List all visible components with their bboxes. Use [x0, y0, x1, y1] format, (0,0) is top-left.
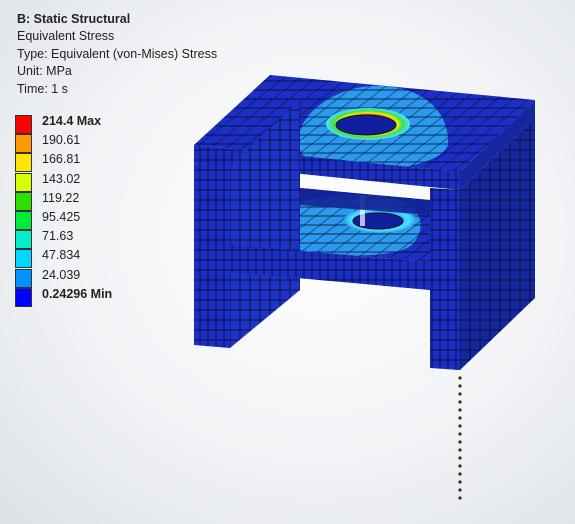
probe-line	[458, 376, 462, 500]
probe-dot	[458, 424, 462, 428]
probe-dot	[458, 432, 462, 436]
probe-dot	[458, 464, 462, 468]
probe-dot	[458, 408, 462, 412]
probe-dot	[458, 456, 462, 460]
probe-dot	[458, 496, 462, 500]
probe-dot	[458, 440, 462, 444]
probe-dot	[458, 384, 462, 388]
probe-dot	[458, 480, 462, 484]
probe-dot	[458, 472, 462, 476]
top-hole	[335, 114, 397, 136]
probe-dot	[458, 488, 462, 492]
probe-dot	[458, 392, 462, 396]
fe-model-viewport[interactable]	[0, 0, 575, 524]
probe-dot	[458, 448, 462, 452]
probe-dot	[458, 376, 462, 380]
probe-dot	[458, 416, 462, 420]
probe-dot	[458, 400, 462, 404]
